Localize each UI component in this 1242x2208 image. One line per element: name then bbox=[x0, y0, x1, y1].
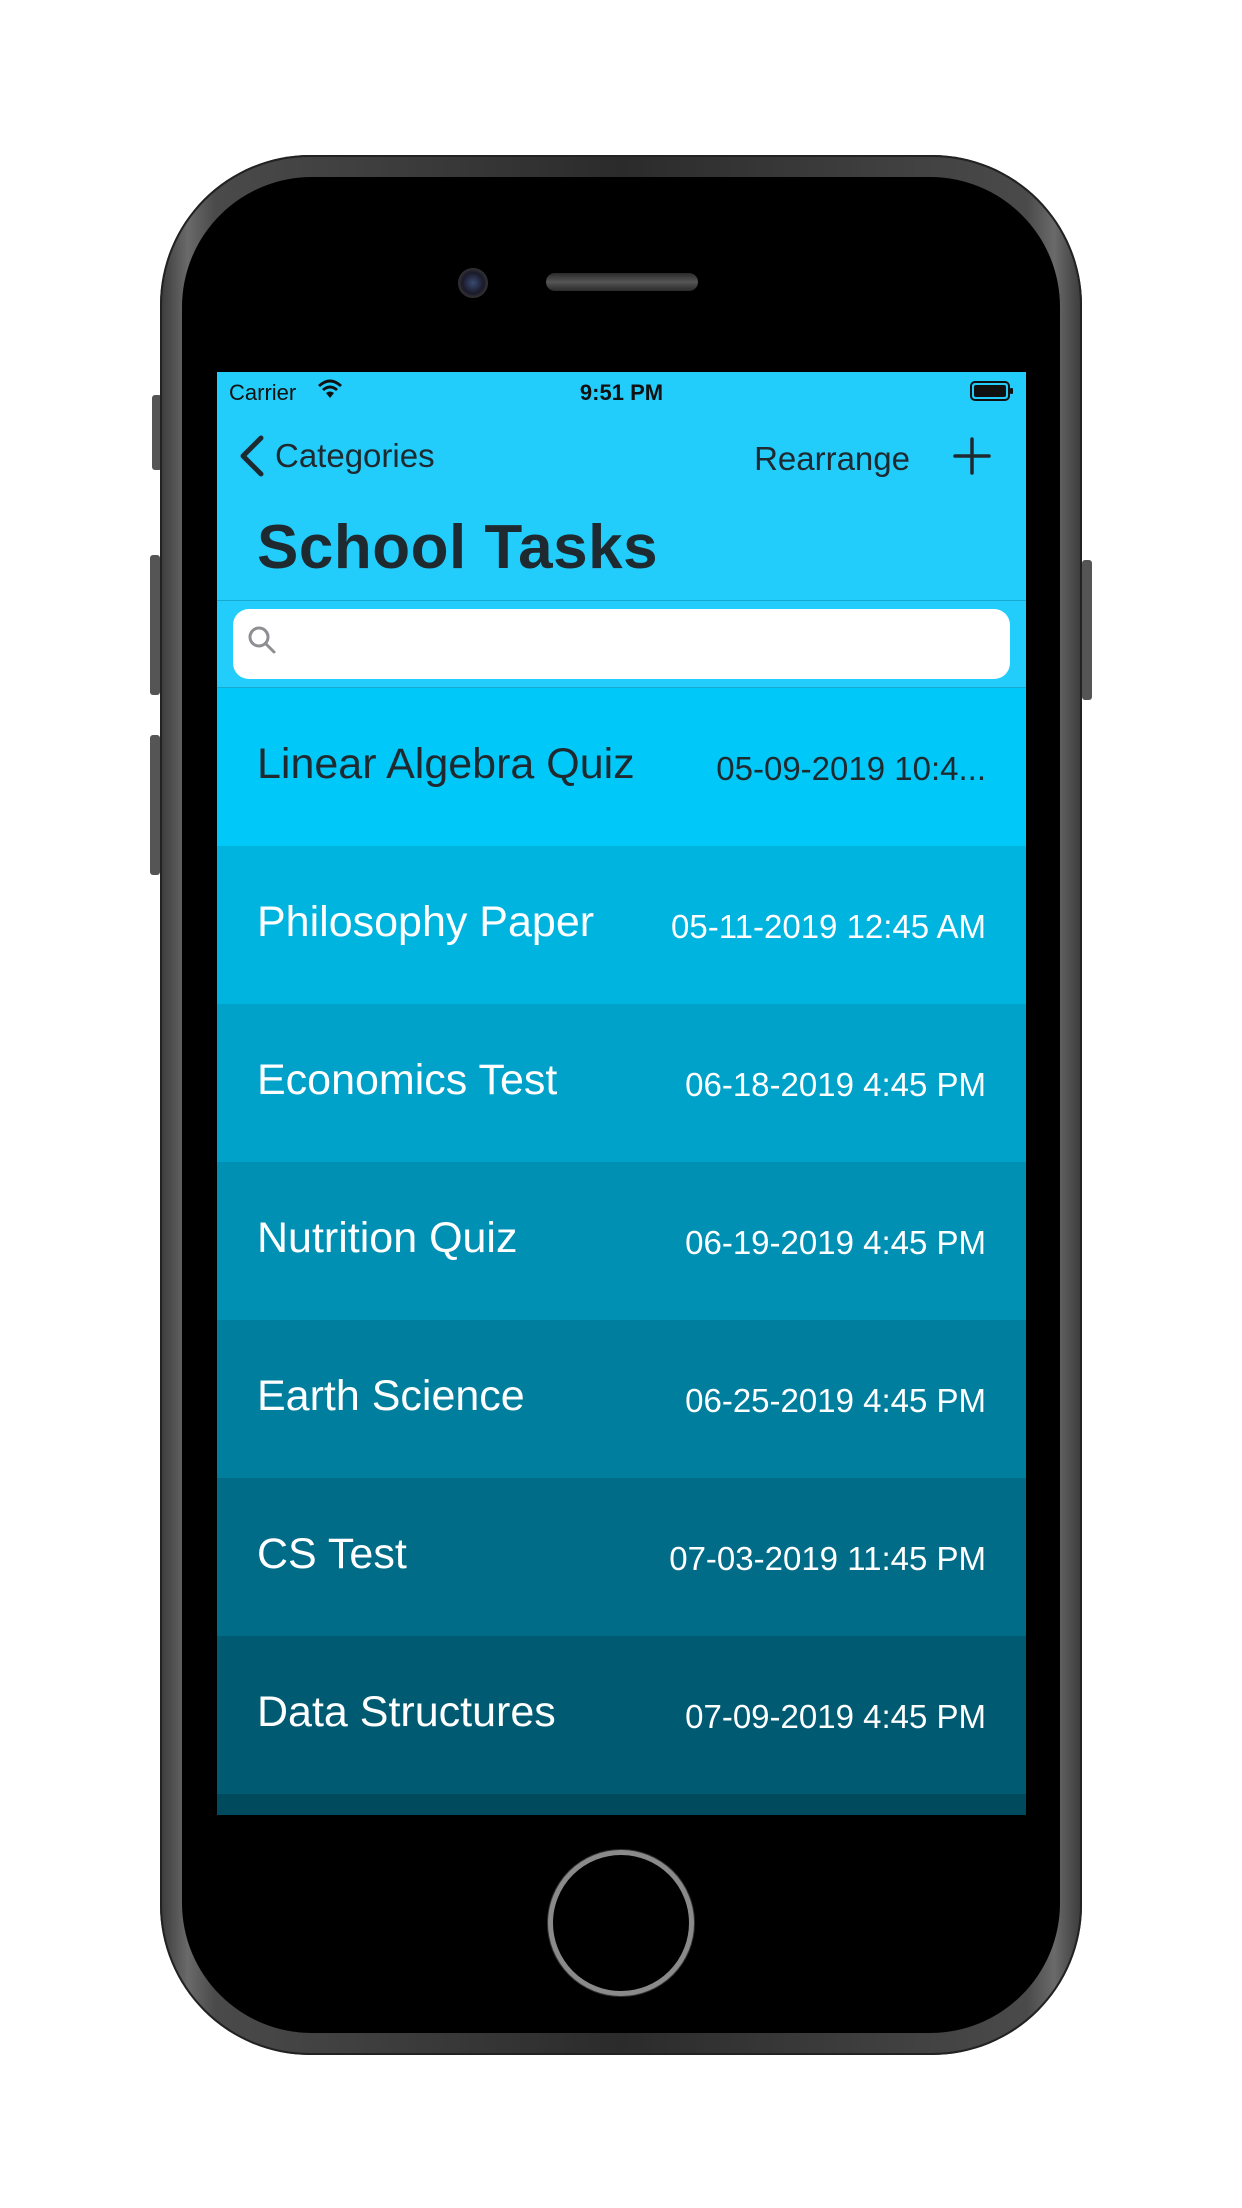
plus-icon[interactable] bbox=[952, 436, 992, 476]
task-name: Linear Algebra Quiz bbox=[257, 740, 635, 789]
task-name: Philosophy Paper bbox=[257, 898, 595, 947]
magnifier-icon bbox=[248, 626, 276, 654]
chevron-left-icon bbox=[240, 435, 264, 477]
task-list: Linear Algebra Quiz 05-09-2019 10:4... P… bbox=[217, 688, 1026, 1815]
task-name: Nutrition Quiz bbox=[257, 1214, 518, 1263]
volume-up-button bbox=[150, 555, 160, 695]
task-due-date: 05-11-2019 12:45 AM bbox=[671, 907, 986, 945]
search-input[interactable] bbox=[233, 609, 1010, 679]
device-frame-stage: Carrier 9:51 PM Categories Rearrange Sch… bbox=[0, 0, 1242, 2208]
front-camera-icon bbox=[458, 268, 488, 298]
app-screen: Carrier 9:51 PM Categories Rearrange Sch… bbox=[217, 372, 1026, 1815]
task-due-date: 06-19-2019 4:45 PM bbox=[685, 1223, 986, 1261]
navigation-bar: Categories Rearrange School Tasks bbox=[217, 412, 1026, 602]
task-row[interactable]: Philosophy Paper 05-11-2019 12:45 AM bbox=[217, 846, 1026, 1004]
task-name: Data Structures bbox=[257, 1688, 556, 1737]
task-row[interactable]: Economics Test 06-18-2019 4:45 PM bbox=[217, 1004, 1026, 1162]
task-row[interactable]: Linear Algebra Quiz 05-09-2019 10:4... bbox=[217, 688, 1026, 846]
task-row[interactable]: Nutrition Quiz 06-19-2019 4:45 PM bbox=[217, 1162, 1026, 1320]
task-row[interactable]: Data Structures 07-09-2019 4:45 PM bbox=[217, 1636, 1026, 1794]
task-name: Economics Test bbox=[257, 1056, 558, 1105]
power-button bbox=[1082, 560, 1092, 700]
task-row[interactable]: Earth Science 06-25-2019 4:45 PM bbox=[217, 1320, 1026, 1478]
back-button[interactable]: Categories bbox=[239, 434, 435, 478]
earpiece-speaker bbox=[546, 273, 698, 291]
rearrange-button[interactable]: Rearrange bbox=[754, 440, 910, 478]
search-bar bbox=[217, 600, 1026, 688]
task-name: CS Test bbox=[257, 1530, 407, 1579]
status-time: 9:51 PM bbox=[579, 380, 664, 405]
task-due-date: 06-25-2019 4:45 PM bbox=[685, 1381, 986, 1419]
task-due-date: 06-18-2019 4:45 PM bbox=[685, 1065, 986, 1103]
page-title: School Tasks bbox=[257, 513, 659, 582]
status-bar: Carrier 9:51 PM bbox=[217, 372, 1026, 412]
task-due-date: 05-09-2019 10:4... bbox=[716, 749, 986, 787]
home-button[interactable] bbox=[548, 1850, 694, 1996]
task-due-date: 07-03-2019 11:45 PM bbox=[669, 1539, 986, 1577]
task-due-date: 07-09-2019 4:45 PM bbox=[685, 1697, 986, 1735]
volume-down-button bbox=[150, 735, 160, 875]
task-row[interactable]: CS Test 07-03-2019 11:45 PM bbox=[217, 1478, 1026, 1636]
task-name: Earth Science bbox=[257, 1372, 525, 1421]
back-button-label: Categories bbox=[275, 437, 435, 474]
task-row[interactable] bbox=[217, 1794, 1026, 1815]
battery-icon bbox=[970, 381, 1013, 401]
